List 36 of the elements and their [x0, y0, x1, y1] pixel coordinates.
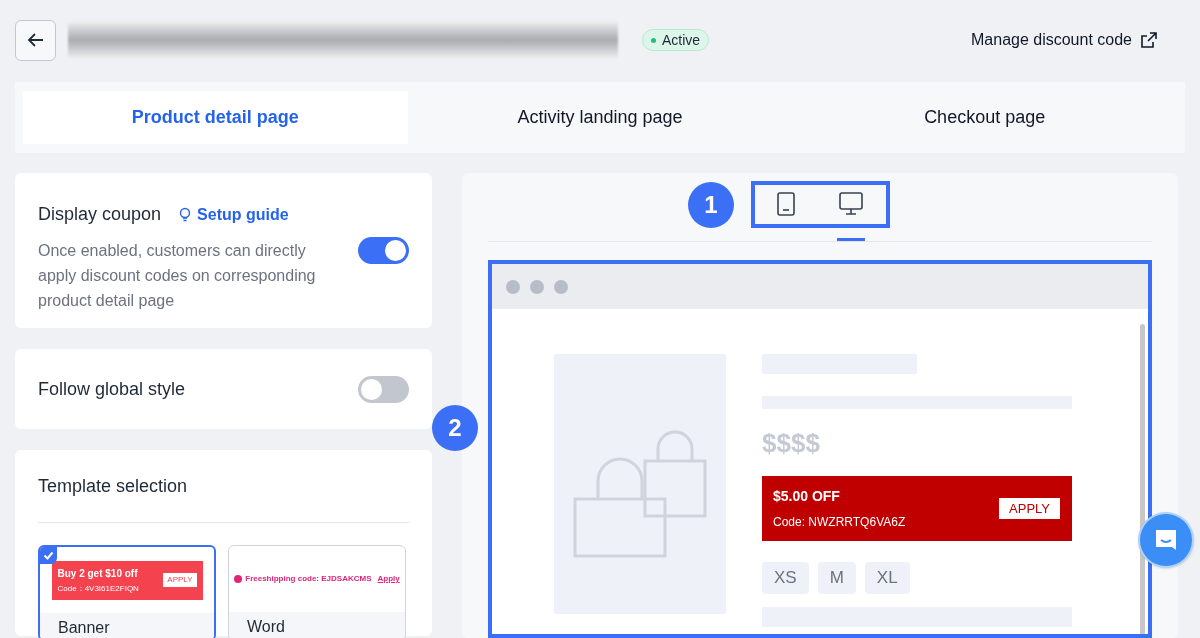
discount-icon: [234, 575, 243, 583]
manage-discount-code-link[interactable]: Manage discount code: [971, 28, 1158, 52]
display-coupon-description: Once enabled, customers can directly apply discount codes on corresponding product detail page: [38, 241, 317, 311]
page-tab[interactable]: Checkout page: [792, 91, 1177, 144]
desktop-monitor-icon: [839, 192, 864, 216]
template-selection-title: Template selection: [38, 473, 409, 523]
back-button[interactable]: [15, 19, 56, 61]
coupon-code: Code: NWZRRTQ6VA6Z: [773, 514, 906, 531]
template-option[interactable]: Freeshipping code: EJDSAKCMS Apply Word: [228, 545, 406, 638]
toggle-switch[interactable]: [358, 237, 409, 264]
banner-offer: Buy 2 get $10 off: [57, 566, 139, 581]
chat-icon: [1153, 527, 1179, 553]
size-option[interactable]: XL: [864, 562, 910, 594]
follow-global-style-title: Follow global style: [38, 377, 186, 401]
toggle-switch[interactable]: [358, 375, 409, 403]
word-offer: Freeshipping code: EJDSAKCMS: [245, 573, 372, 585]
apply-button[interactable]: APPLY: [999, 498, 1060, 519]
mobile-device-icon: [776, 192, 795, 216]
size-option[interactable]: XS: [762, 562, 809, 594]
status-badge: Active: [642, 29, 710, 51]
banner-code: Code：4V3I61E2FIQN: [57, 582, 139, 595]
price-text: $$$$: [762, 427, 821, 460]
coupon-title: $5.00 OFF: [773, 487, 841, 506]
word-apply-link[interactable]: Apply: [377, 573, 400, 585]
banner-apply-button[interactable]: APPLY: [163, 573, 197, 587]
template-name: Word: [247, 618, 285, 635]
page-tab[interactable]: Product detail page: [23, 91, 408, 144]
checkmark-icon: [40, 547, 57, 564]
display-coupon-title: Display coupon: [38, 203, 162, 226]
external-link-icon: [1140, 31, 1158, 49]
template-name: Banner: [58, 619, 110, 636]
page-tab[interactable]: Activity landing page: [407, 91, 793, 144]
setup-guide-link[interactable]: Setup guide: [177, 202, 289, 227]
template-option[interactable]: Buy 2 get $10 off Code：4V3I61E2FIQN APPLY Banner: [38, 545, 216, 638]
callout-marker: 2: [432, 405, 478, 451]
size-option[interactable]: M: [817, 562, 856, 594]
